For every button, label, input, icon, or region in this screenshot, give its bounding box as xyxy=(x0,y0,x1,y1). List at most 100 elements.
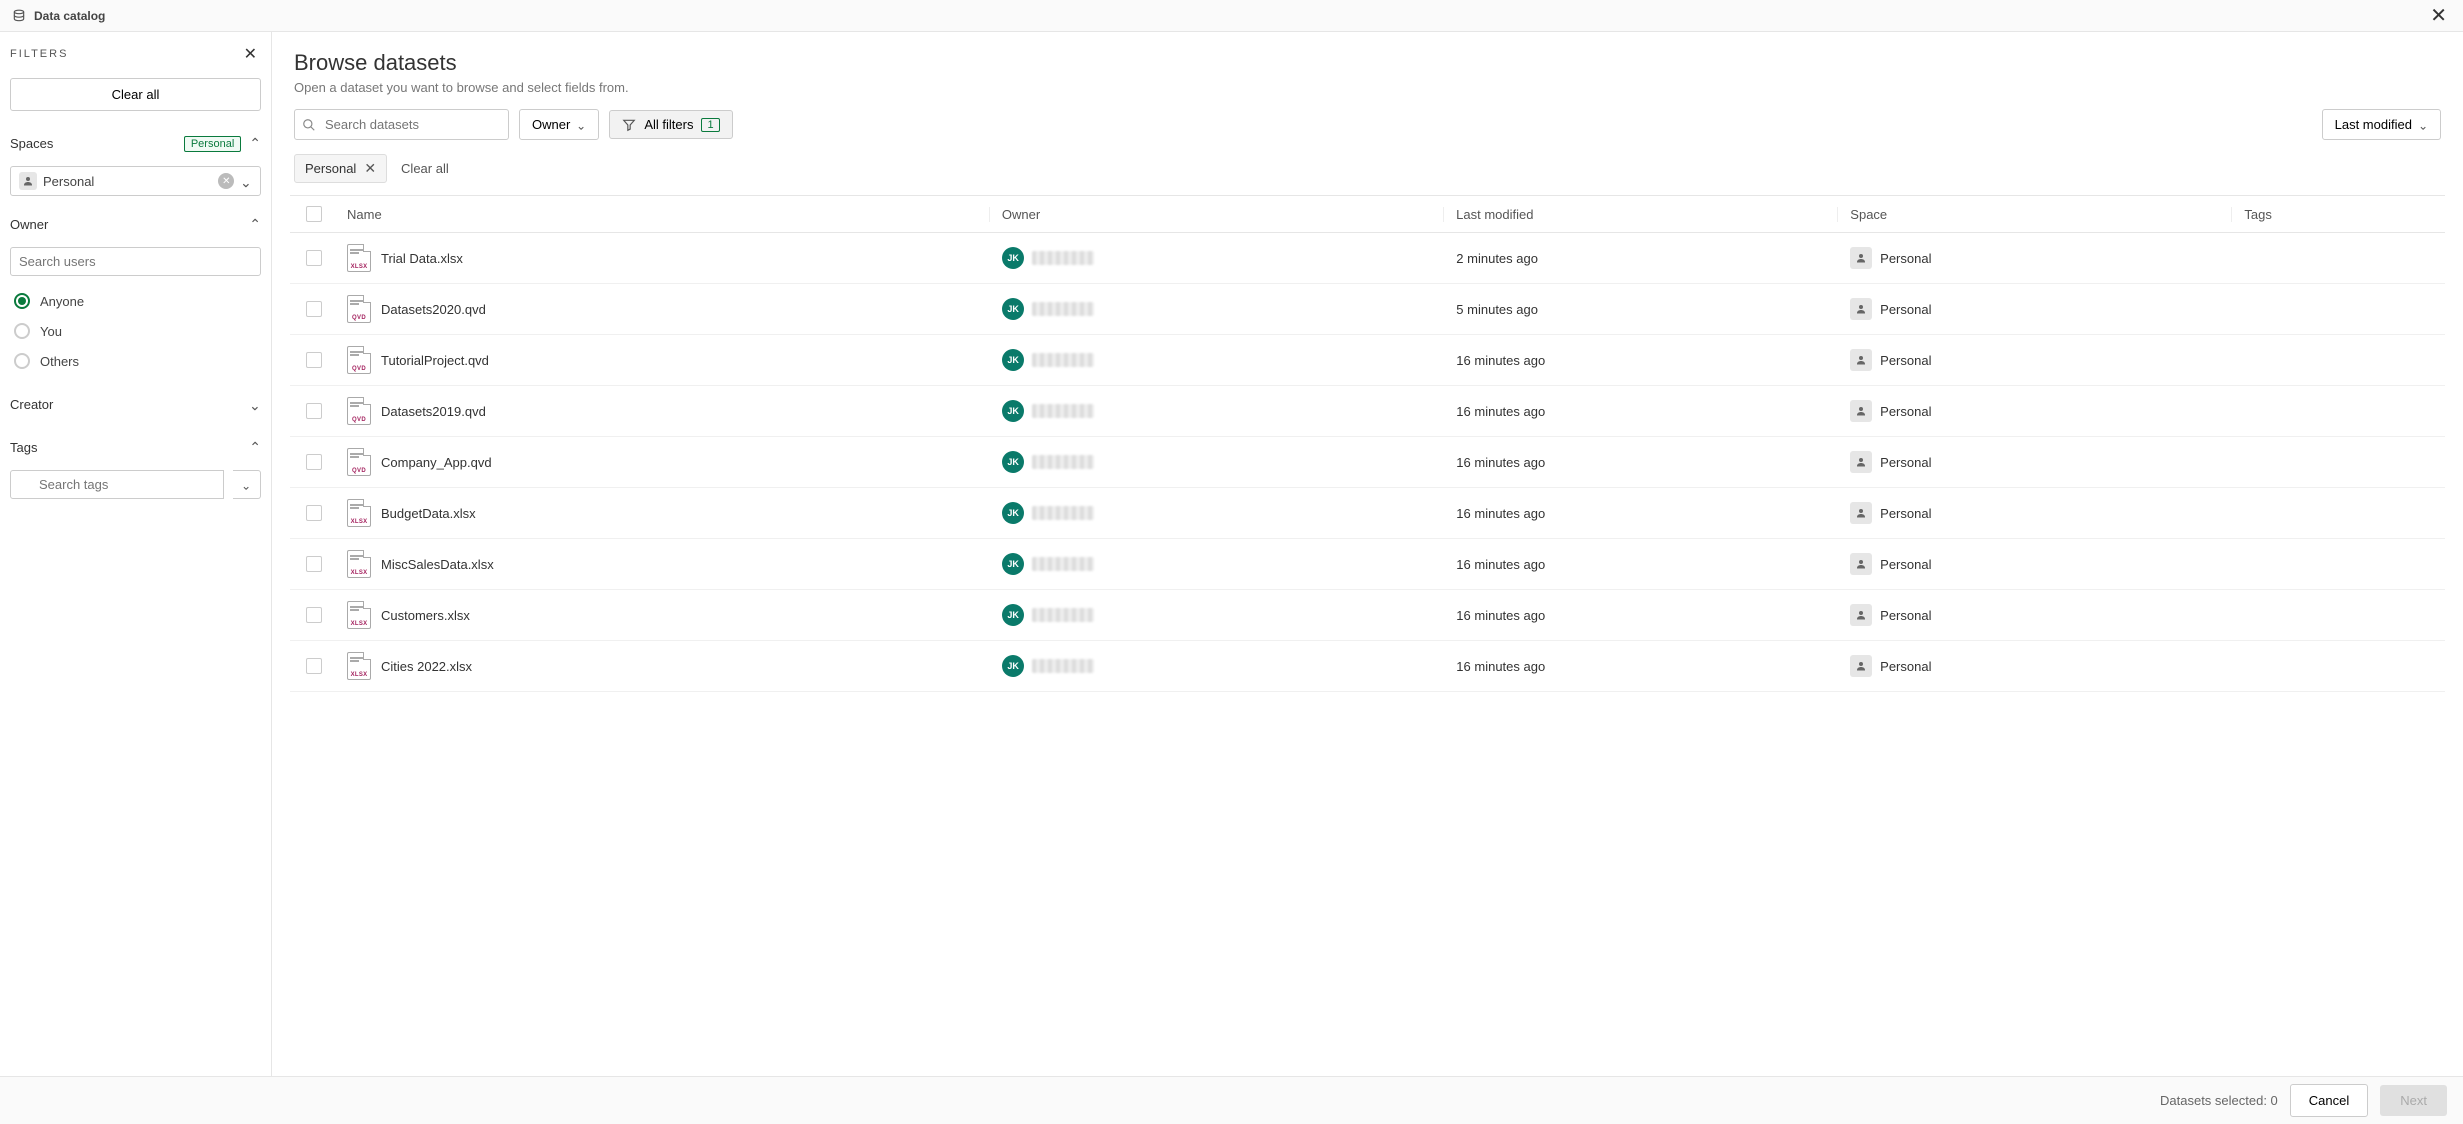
filter-count-badge: 1 xyxy=(701,118,719,132)
owner-radio-others[interactable]: Others xyxy=(10,346,261,376)
owner-name-redacted xyxy=(1032,455,1094,469)
creator-header[interactable]: Creator ⌃ xyxy=(10,390,261,419)
row-checkbox[interactable] xyxy=(306,454,322,470)
space-label: Personal xyxy=(1880,608,1931,623)
cancel-button[interactable]: Cancel xyxy=(2290,1084,2368,1117)
selected-count-label: Datasets selected: 0 xyxy=(2160,1093,2278,1108)
chevron-down-icon: ⌃ xyxy=(241,478,251,492)
file-ext-label: XLSX xyxy=(350,570,368,576)
modified-label: 5 minutes ago xyxy=(1444,302,1838,317)
file-ext-label: XLSX xyxy=(350,519,368,525)
modified-label: 2 minutes ago xyxy=(1444,251,1838,266)
search-datasets-input[interactable] xyxy=(294,109,509,140)
table-row[interactable]: QVD Datasets2019.qvd JK 16 minutes ago P… xyxy=(290,386,2445,437)
owner-avatar: JK xyxy=(1002,655,1024,677)
row-checkbox[interactable] xyxy=(306,658,322,674)
filter-icon xyxy=(622,118,636,132)
table-row[interactable]: XLSX MiscSalesData.xlsx JK 16 minutes ag… xyxy=(290,539,2445,590)
table-header: Name Owner Last modified Space Tags xyxy=(290,195,2445,233)
space-label: Personal xyxy=(1880,404,1931,419)
tags-search-input[interactable] xyxy=(10,470,224,499)
row-checkbox[interactable] xyxy=(306,556,322,572)
col-owner-header[interactable]: Owner xyxy=(989,207,1443,222)
file-icon: QVD xyxy=(347,448,371,476)
row-checkbox[interactable] xyxy=(306,301,322,317)
close-icon[interactable]: ✕ xyxy=(2426,3,2451,28)
owner-name-redacted xyxy=(1032,659,1094,673)
chevron-down-icon: ⌃ xyxy=(576,118,586,132)
tags-dropdown-button[interactable]: ⌃ xyxy=(233,470,261,499)
col-modified-header[interactable]: Last modified xyxy=(1443,207,1837,222)
row-checkbox[interactable] xyxy=(306,250,322,266)
file-ext-label: QVD xyxy=(350,468,368,474)
tags-header[interactable]: Tags ⌃ xyxy=(10,433,261,462)
owner-avatar: JK xyxy=(1002,400,1024,422)
file-name: BudgetData.xlsx xyxy=(381,506,476,521)
owner-button-label: Owner xyxy=(532,117,570,132)
space-selected-label: Personal xyxy=(43,174,212,189)
row-checkbox[interactable] xyxy=(306,607,322,623)
modified-label: 16 minutes ago xyxy=(1444,455,1838,470)
all-filters-button[interactable]: All filters 1 xyxy=(609,110,732,139)
radio-icon xyxy=(14,293,30,309)
person-icon xyxy=(1850,349,1872,371)
owner-avatar: JK xyxy=(1002,349,1024,371)
col-tags-header[interactable]: Tags xyxy=(2231,207,2445,222)
space-label: Personal xyxy=(1880,455,1931,470)
person-icon xyxy=(1850,502,1872,524)
radio-icon xyxy=(14,323,30,339)
file-icon: XLSX xyxy=(347,652,371,680)
owner-name-redacted xyxy=(1032,506,1094,520)
person-icon xyxy=(1850,247,1872,269)
clear-all-filters-link[interactable]: Clear all xyxy=(401,161,449,176)
row-checkbox[interactable] xyxy=(306,403,322,419)
close-filters-icon[interactable]: ✕ xyxy=(240,44,261,64)
tags-title: Tags xyxy=(10,440,37,455)
table-row[interactable]: XLSX Trial Data.xlsx JK 2 minutes ago Pe… xyxy=(290,233,2445,284)
radio-label: You xyxy=(40,324,62,339)
creator-title: Creator xyxy=(10,397,53,412)
owner-header[interactable]: Owner ⌃ xyxy=(10,210,261,239)
col-space-header[interactable]: Space xyxy=(1837,207,2231,222)
file-ext-label: XLSX xyxy=(350,621,368,627)
clear-space-icon[interactable]: ✕ xyxy=(218,173,234,189)
owner-avatar: JK xyxy=(1002,451,1024,473)
table-row[interactable]: XLSX Customers.xlsx JK 16 minutes ago Pe… xyxy=(290,590,2445,641)
sort-button[interactable]: Last modified ⌃ xyxy=(2322,109,2441,140)
file-ext-label: XLSX xyxy=(350,672,368,678)
remove-filter-icon[interactable]: ✕ xyxy=(364,160,376,177)
chevron-up-icon: ⌃ xyxy=(249,216,261,233)
owner-avatar: JK xyxy=(1002,247,1024,269)
spaces-header[interactable]: Spaces Personal ⌃ xyxy=(10,129,261,158)
space-label: Personal xyxy=(1880,302,1931,317)
creator-section: Creator ⌃ xyxy=(10,390,261,419)
file-ext-label: QVD xyxy=(350,366,368,372)
row-checkbox[interactable] xyxy=(306,505,322,521)
table-row[interactable]: XLSX BudgetData.xlsx JK 16 minutes ago P… xyxy=(290,488,2445,539)
col-name-header[interactable]: Name xyxy=(338,207,989,222)
select-all-checkbox[interactable] xyxy=(306,206,322,222)
owner-search-input[interactable] xyxy=(10,247,261,276)
owner-radio-anyone[interactable]: Anyone xyxy=(10,286,261,316)
radio-icon xyxy=(14,353,30,369)
chevron-down-icon: ⌃ xyxy=(249,396,261,413)
owner-avatar: JK xyxy=(1002,298,1024,320)
table-row[interactable]: QVD Datasets2020.qvd JK 5 minutes ago Pe… xyxy=(290,284,2445,335)
space-selector[interactable]: Personal ✕ ⌃ xyxy=(10,166,261,196)
modified-label: 16 minutes ago xyxy=(1444,506,1838,521)
footer: Datasets selected: 0 Cancel Next xyxy=(0,1076,2463,1124)
owner-radio-you[interactable]: You xyxy=(10,316,261,346)
row-checkbox[interactable] xyxy=(306,352,322,368)
person-icon xyxy=(19,172,37,190)
file-ext-label: QVD xyxy=(350,417,368,423)
table-row[interactable]: QVD Company_App.qvd JK 16 minutes ago Pe… xyxy=(290,437,2445,488)
clear-all-button[interactable]: Clear all xyxy=(10,78,261,111)
catalog-icon xyxy=(12,9,26,23)
owner-name-redacted xyxy=(1032,353,1094,367)
table-row[interactable]: XLSX Cities 2022.xlsx JK 16 minutes ago … xyxy=(290,641,2445,692)
owner-filter-button[interactable]: Owner ⌃ xyxy=(519,109,599,140)
table-row[interactable]: QVD TutorialProject.qvd JK 16 minutes ag… xyxy=(290,335,2445,386)
filters-sidebar: FILTERS ✕ Clear all Spaces Personal ⌃ Pe… xyxy=(0,32,272,1076)
modified-label: 16 minutes ago xyxy=(1444,608,1838,623)
radio-label: Others xyxy=(40,354,79,369)
